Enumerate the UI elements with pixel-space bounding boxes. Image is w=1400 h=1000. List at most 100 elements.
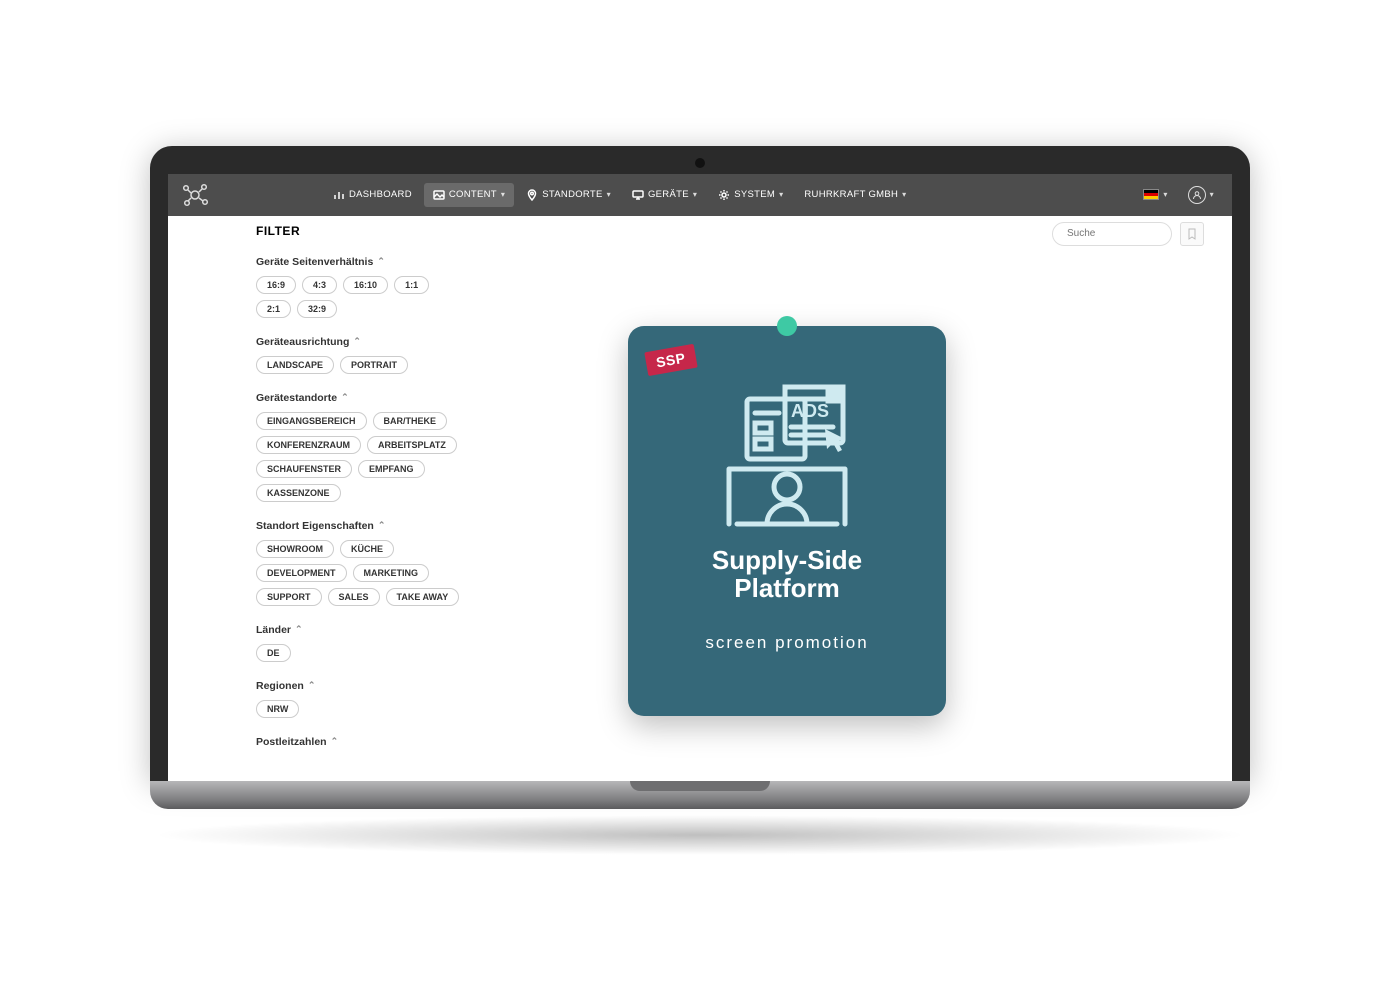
chevron-up-icon: ⌃ — [378, 520, 386, 531]
nav-label: STANDORTE — [542, 189, 602, 200]
section-device-locations[interactable]: Gerätestandorte ⌃ — [256, 392, 460, 404]
chip[interactable]: EMPFANG — [358, 460, 425, 478]
nav-label: DASHBOARD — [349, 189, 412, 200]
chip[interactable]: 2:1 — [256, 300, 291, 318]
chip[interactable]: SCHAUFENSTER — [256, 460, 352, 478]
chips-aspect: 16:9 4:3 16:10 1:1 2:1 32:9 — [256, 276, 460, 318]
chip[interactable]: SUPPORT — [256, 588, 322, 606]
chip[interactable]: LANDSCAPE — [256, 356, 334, 374]
chips-location-props: SHOWROOM KÜCHE DEVELOPMENT MARKETING SUP… — [256, 540, 460, 606]
chip[interactable]: SHOWROOM — [256, 540, 334, 558]
nav-geraete[interactable]: GERÄTE ▾ — [623, 183, 706, 207]
nav-items: DASHBOARD CONTENT ▾ STANDORTE ▾ GER — [324, 183, 915, 207]
section-location-props[interactable]: Standort Eigenschaften ⌃ — [256, 520, 460, 532]
card-title-line1: Supply-Side — [712, 545, 862, 575]
chip[interactable]: KÜCHE — [340, 540, 394, 558]
chevron-down-icon: ▾ — [501, 190, 505, 199]
image-icon — [433, 189, 445, 201]
chevron-down-icon: ▾ — [779, 190, 783, 199]
bookmark-icon — [1186, 228, 1198, 240]
section-countries[interactable]: Länder ⌃ — [256, 624, 460, 636]
chip[interactable]: 16:10 — [343, 276, 388, 294]
section-orientation[interactable]: Geräteausrichtung ⌃ — [256, 336, 460, 348]
chip[interactable]: DEVELOPMENT — [256, 564, 347, 582]
section-label-text: Geräteausrichtung — [256, 336, 349, 348]
filter-title: FILTER — [256, 224, 460, 238]
section-label-text: Gerätestandorte — [256, 392, 337, 404]
content-area: SSP — [478, 216, 1232, 781]
chip[interactable]: ARBEITSPLATZ — [367, 436, 457, 454]
filter-panel: FILTER Geräte Seitenverhältnis ⌃ 16:9 4:… — [168, 216, 478, 781]
chevron-down-icon: ▾ — [902, 190, 906, 199]
section-label-text: Geräte Seitenverhältnis — [256, 256, 373, 268]
search-row — [478, 222, 1204, 246]
chips-countries: DE — [256, 644, 460, 662]
nav-standorte[interactable]: STANDORTE ▾ — [517, 183, 620, 207]
laptop-frame: DASHBOARD CONTENT ▾ STANDORTE ▾ GER — [150, 146, 1250, 781]
chip[interactable]: EINGANGSBEREICH — [256, 412, 367, 430]
laptop-shadow — [150, 815, 1250, 855]
chip[interactable]: 4:3 — [302, 276, 337, 294]
ssp-badge: SSP — [644, 343, 697, 375]
chip[interactable]: TAKE AWAY — [386, 588, 460, 606]
ssp-card[interactable]: SSP — [628, 326, 946, 716]
section-postcodes[interactable]: Postleitzahlen ⌃ — [256, 736, 460, 748]
camera-notch — [695, 158, 705, 168]
nav-label: RUHRKRAFT GMBH — [804, 189, 898, 200]
nav-right: ▾ ▾ — [1137, 182, 1220, 208]
chevron-down-icon: ▾ — [1210, 190, 1214, 199]
flag-de-icon — [1143, 189, 1159, 200]
laptop-mockup: DASHBOARD CONTENT ▾ STANDORTE ▾ GER — [150, 146, 1250, 855]
chevron-down-icon: ▾ — [607, 190, 611, 199]
language-selector[interactable]: ▾ — [1137, 185, 1173, 204]
chip[interactable]: 1:1 — [394, 276, 429, 294]
section-label-text: Regionen — [256, 680, 304, 692]
chip[interactable]: DE — [256, 644, 291, 662]
section-aspect[interactable]: Geräte Seitenverhältnis ⌃ — [256, 256, 460, 268]
chip[interactable]: BAR/THEKE — [373, 412, 448, 430]
chevron-down-icon: ▾ — [693, 190, 697, 199]
chips-regions: NRW — [256, 700, 460, 718]
nav-system[interactable]: SYSTEM ▾ — [709, 183, 792, 207]
section-regions[interactable]: Regionen ⌃ — [256, 680, 460, 692]
card-illustration: ADS — [707, 369, 867, 534]
pin-icon — [526, 189, 538, 201]
search-button[interactable] — [1180, 222, 1204, 246]
nav-dashboard[interactable]: DASHBOARD — [324, 183, 421, 207]
chevron-up-icon: ⌃ — [353, 336, 361, 347]
app-screen: DASHBOARD CONTENT ▾ STANDORTE ▾ GER — [168, 174, 1232, 781]
chevron-up-icon: ⌃ — [341, 392, 349, 403]
chips-device-locations: EINGANGSBEREICH BAR/THEKE KONFERENZRAUM … — [256, 412, 460, 502]
section-label-text: Standort Eigenschaften — [256, 520, 374, 532]
chevron-up-icon: ⌃ — [295, 624, 303, 635]
chip[interactable]: SALES — [328, 588, 380, 606]
nav-label: GERÄTE — [648, 189, 689, 200]
chip[interactable]: NRW — [256, 700, 299, 718]
search-input[interactable] — [1052, 222, 1172, 246]
app-logo[interactable] — [180, 180, 320, 210]
section-label-text: Länder — [256, 624, 291, 636]
nav-company[interactable]: RUHRKRAFT GMBH ▾ — [795, 183, 915, 207]
chevron-up-icon: ⌃ — [331, 736, 339, 747]
nav-label: SYSTEM — [734, 189, 775, 200]
user-menu[interactable]: ▾ — [1182, 182, 1220, 208]
nav-content[interactable]: CONTENT ▾ — [424, 183, 514, 207]
gear-icon — [718, 189, 730, 201]
laptop-base — [150, 781, 1250, 809]
chip[interactable]: MARKETING — [353, 564, 430, 582]
top-nav: DASHBOARD CONTENT ▾ STANDORTE ▾ GER — [168, 174, 1232, 216]
chip[interactable]: KASSENZONE — [256, 484, 341, 502]
chip[interactable]: 16:9 — [256, 276, 296, 294]
card-title: Supply-Side Platform — [712, 546, 862, 603]
ads-text: ADS — [791, 401, 829, 421]
chip[interactable]: 32:9 — [297, 300, 337, 318]
nav-label: CONTENT — [449, 189, 497, 200]
card-dot-icon — [777, 316, 797, 336]
chip[interactable]: PORTRAIT — [340, 356, 408, 374]
monitor-icon — [632, 189, 644, 201]
chip[interactable]: KONFERENZRAUM — [256, 436, 361, 454]
laptop-base-notch — [630, 781, 770, 791]
user-icon — [1188, 186, 1206, 204]
chevron-up-icon: ⌃ — [377, 256, 385, 267]
chips-orientation: LANDSCAPE PORTRAIT — [256, 356, 460, 374]
